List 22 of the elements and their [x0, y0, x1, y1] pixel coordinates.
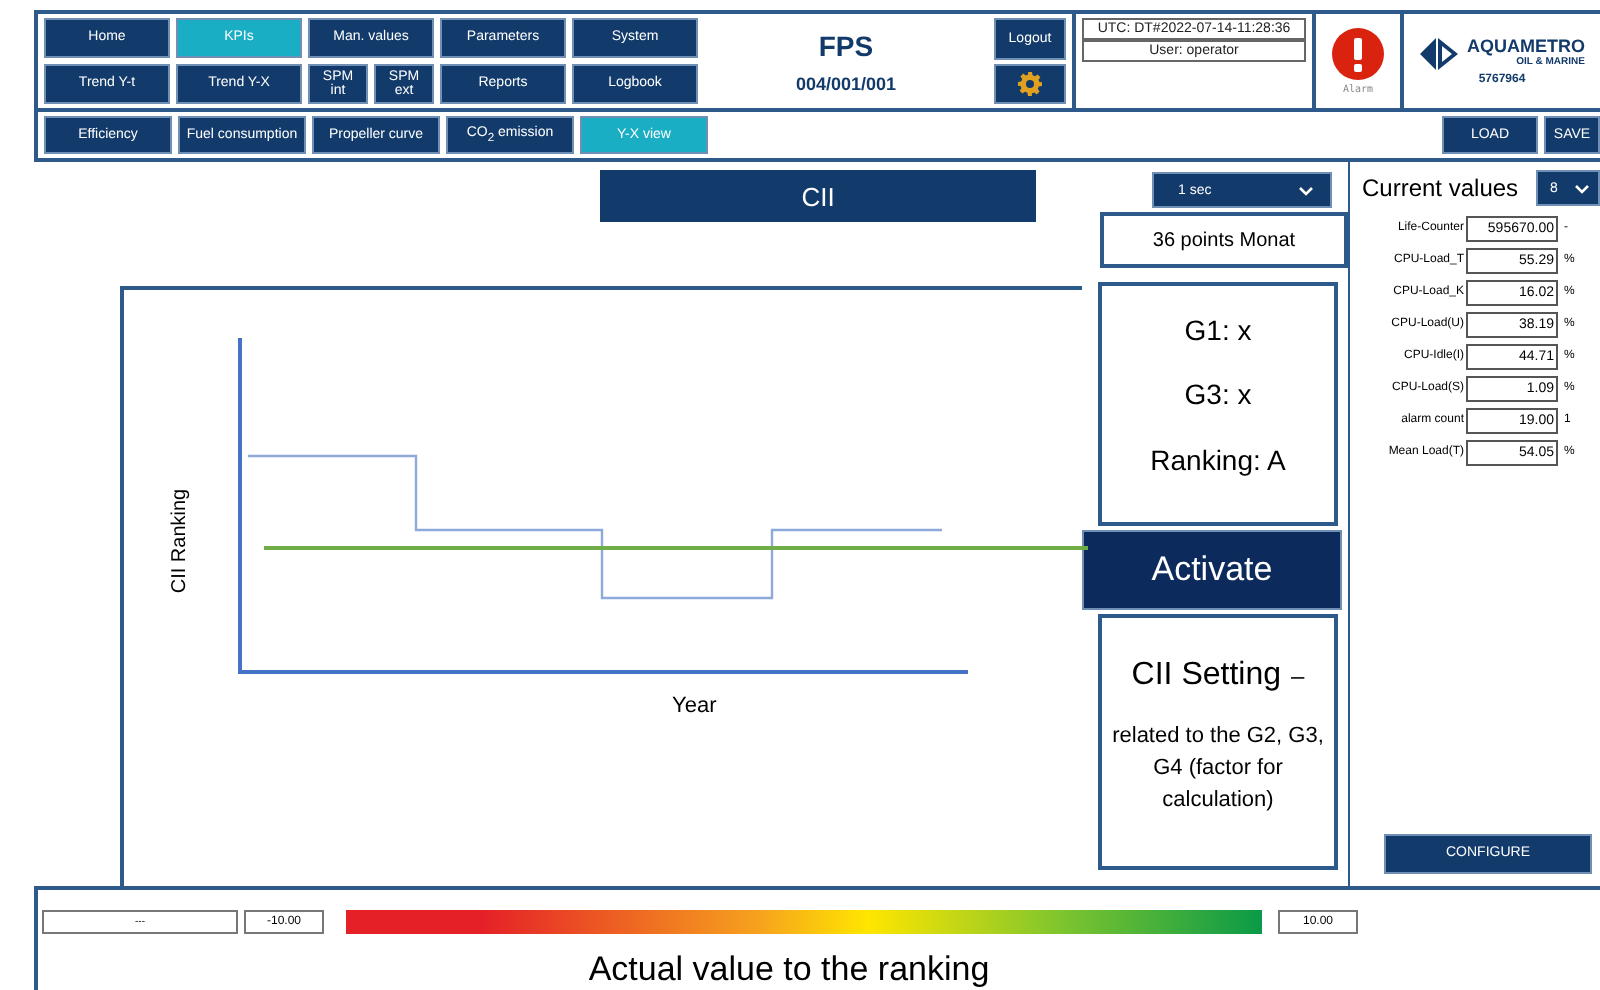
activate-button[interactable]: Activate: [1082, 530, 1342, 611]
alarm-icon[interactable]: [1332, 27, 1384, 80]
setting-description: related to the G2, G3, G4 (factor for calculation): [1110, 722, 1326, 817]
grade-text: G3: x: [1184, 378, 1252, 411]
panel-title: Current values: [1362, 174, 1519, 203]
page-code: 004/001/001: [795, 73, 897, 94]
chevron-icon: [1298, 185, 1314, 196]
y-axis-label: CII Ranking: [169, 489, 191, 594]
grade-text: G1: x: [1184, 313, 1252, 346]
points-label: 36 points Monat: [1100, 212, 1348, 269]
chevron-icon: [1574, 183, 1590, 194]
chart-title: CII: [600, 170, 1036, 223]
dash: –: [1291, 662, 1305, 691]
x-axis-label: Year: [672, 694, 717, 719]
gear-icon: [1018, 72, 1042, 97]
page-title: FPS: [818, 29, 874, 62]
setting-title: CII Setting: [1131, 658, 1281, 695]
brand-name: AQUAMETRO: [1467, 38, 1585, 57]
scale-caption: Actual value to the ranking: [588, 950, 990, 990]
logo-icon: [1419, 37, 1463, 70]
grade-text: Ranking: A: [1150, 443, 1286, 476]
settings-button[interactable]: [994, 63, 1066, 105]
